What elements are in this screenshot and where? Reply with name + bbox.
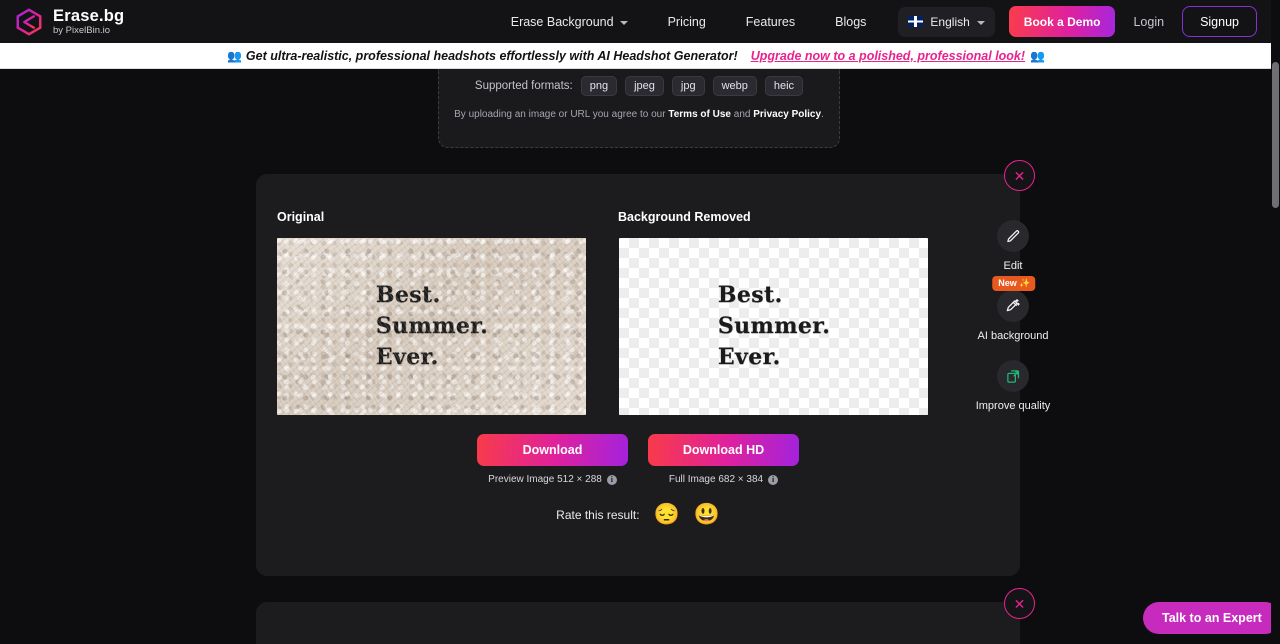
terms-prefix: By uploading an image or URL you agree t…: [454, 109, 669, 120]
magic-wand-icon: [1006, 299, 1020, 312]
download-hd-meta: Full Image 682 × 384 i: [668, 474, 779, 485]
format-chip-jpg[interactable]: jpg: [671, 76, 705, 96]
nav-item-features[interactable]: Features: [726, 0, 815, 43]
full-size-text: Full Image 682 × 384: [668, 474, 764, 485]
new-badge: New ✨: [992, 276, 1036, 291]
people-emoji-icon: 👥: [226, 48, 242, 63]
tool-improve-quality[interactable]: Improve quality: [975, 360, 1051, 412]
language-label: English: [930, 14, 970, 29]
download-meta: Preview Image 512 × 288 i: [488, 474, 617, 485]
nav-label: Pricing: [667, 14, 706, 29]
terms-middle: and: [730, 109, 754, 120]
pencil-icon: [1006, 229, 1019, 242]
main-nav: Erase Background Pricing Features Blogs …: [491, 0, 1257, 43]
transparency-checkerboard: Best. Summer. Ever.: [619, 238, 928, 415]
nav-label: Blogs: [835, 14, 867, 29]
original-photo-canvas: Best. Summer. Ever.: [277, 238, 586, 415]
format-chip-png[interactable]: png: [580, 76, 618, 96]
terms-of-use-link[interactable]: Terms of Use: [668, 109, 731, 120]
terms-suffix: .: [821, 109, 824, 120]
tool-rail: Edit New ✨ AI background Improve quality: [953, 220, 1073, 412]
terms-notice: By uploading an image or URL you agree t…: [454, 109, 824, 120]
book-demo-button[interactable]: Book a Demo: [1008, 6, 1116, 37]
download-row: Download Preview Image 512 × 288 i Downl…: [256, 434, 1020, 485]
login-link[interactable]: Login: [1115, 15, 1182, 29]
nav-label: Erase Background: [510, 14, 614, 29]
signup-button[interactable]: Signup: [1182, 6, 1257, 37]
tool-ai-background-label: AI background: [977, 330, 1049, 342]
site-header: Erase.bg by PixelBin.io Erase Background…: [0, 0, 1271, 43]
rate-label: Rate this result:: [556, 507, 640, 522]
improve-quality-icon-wrap: [997, 360, 1029, 392]
rate-row: Rate this result: 😔 😃: [256, 504, 1020, 525]
announcement-banner: 👥 Get ultra-realistic, professional head…: [0, 43, 1271, 69]
chevron-down-icon: [619, 20, 628, 25]
nav-item-blogs[interactable]: Blogs: [815, 0, 886, 43]
tool-improve-quality-label: Improve quality: [975, 400, 1051, 412]
format-chip-webp[interactable]: webp: [712, 76, 757, 96]
enhance-image-icon: [1006, 369, 1019, 383]
preview-size-text: Preview Image 512 × 288: [488, 474, 602, 485]
privacy-policy-link[interactable]: Privacy Policy: [753, 109, 821, 120]
info-icon[interactable]: i: [606, 474, 617, 485]
original-title: Original: [277, 210, 325, 224]
edit-icon-wrap: [997, 220, 1029, 252]
close-result-card-button[interactable]: ✕: [1004, 160, 1035, 191]
supported-formats-label: Supported formats:: [474, 80, 573, 92]
rate-negative-emoji-button[interactable]: 😔: [654, 504, 680, 525]
poster-text-cutout: Best. Summer. Ever.: [717, 281, 831, 371]
poster-text-original: Best. Summer. Ever.: [375, 281, 489, 371]
tool-edit[interactable]: Edit: [997, 220, 1029, 272]
brand-name: Erase.bg: [53, 6, 125, 25]
nav-item-pricing[interactable]: Pricing: [648, 0, 726, 43]
brand-subtitle: by PixelBin.io: [53, 25, 111, 36]
download-hd-group: Download HD Full Image 682 × 384 i: [648, 434, 799, 485]
result-card: Original Background Removed Best. Summer…: [256, 174, 1050, 576]
format-chip-jpeg[interactable]: jpeg: [625, 76, 664, 96]
people-emoji-icon: 👥: [1030, 48, 1045, 63]
original-image[interactable]: Best. Summer. Ever.: [277, 238, 586, 415]
next-result-card: [256, 602, 1020, 644]
talk-to-expert-button[interactable]: Talk to an Expert: [1143, 602, 1280, 634]
language-selector[interactable]: English: [898, 6, 995, 37]
supported-formats-row: Supported formats: png jpeg jpg webp hei…: [474, 76, 804, 96]
info-icon[interactable]: i: [768, 474, 779, 485]
background-removed-title: Background Removed: [618, 210, 751, 224]
upload-panel: Supported formats: png jpeg jpg webp hei…: [438, 69, 840, 148]
uk-flag-icon: [908, 16, 924, 27]
rate-positive-emoji-button[interactable]: 😃: [694, 504, 720, 525]
tool-edit-label: Edit: [1003, 260, 1023, 272]
banner-upgrade-link[interactable]: Upgrade now to a polished, professional …: [751, 49, 1025, 63]
nav-item-erase-background[interactable]: Erase Background: [491, 0, 648, 43]
erasebg-logo-icon: [16, 7, 42, 36]
page-root: Erase.bg by PixelBin.io Erase Background…: [0, 0, 1280, 644]
tool-ai-background[interactable]: New ✨ AI background: [977, 276, 1049, 342]
scrollbar-thumb[interactable]: [1272, 62, 1279, 208]
download-group: Download Preview Image 512 × 288 i: [477, 434, 628, 485]
banner-text: Get ultra-realistic, professional headsh…: [245, 48, 738, 63]
ai-background-icon-wrap: [997, 290, 1029, 322]
brand-logo-group[interactable]: Erase.bg by PixelBin.io: [14, 7, 124, 37]
chevron-down-icon: [976, 20, 985, 25]
nav-label: Features: [745, 14, 796, 29]
download-button[interactable]: Download: [477, 434, 628, 466]
download-hd-button[interactable]: Download HD: [648, 434, 799, 466]
close-next-card-button[interactable]: ✕: [1004, 588, 1035, 619]
format-chip-heic[interactable]: heic: [764, 76, 804, 96]
background-removed-image[interactable]: Best. Summer. Ever.: [619, 238, 928, 415]
